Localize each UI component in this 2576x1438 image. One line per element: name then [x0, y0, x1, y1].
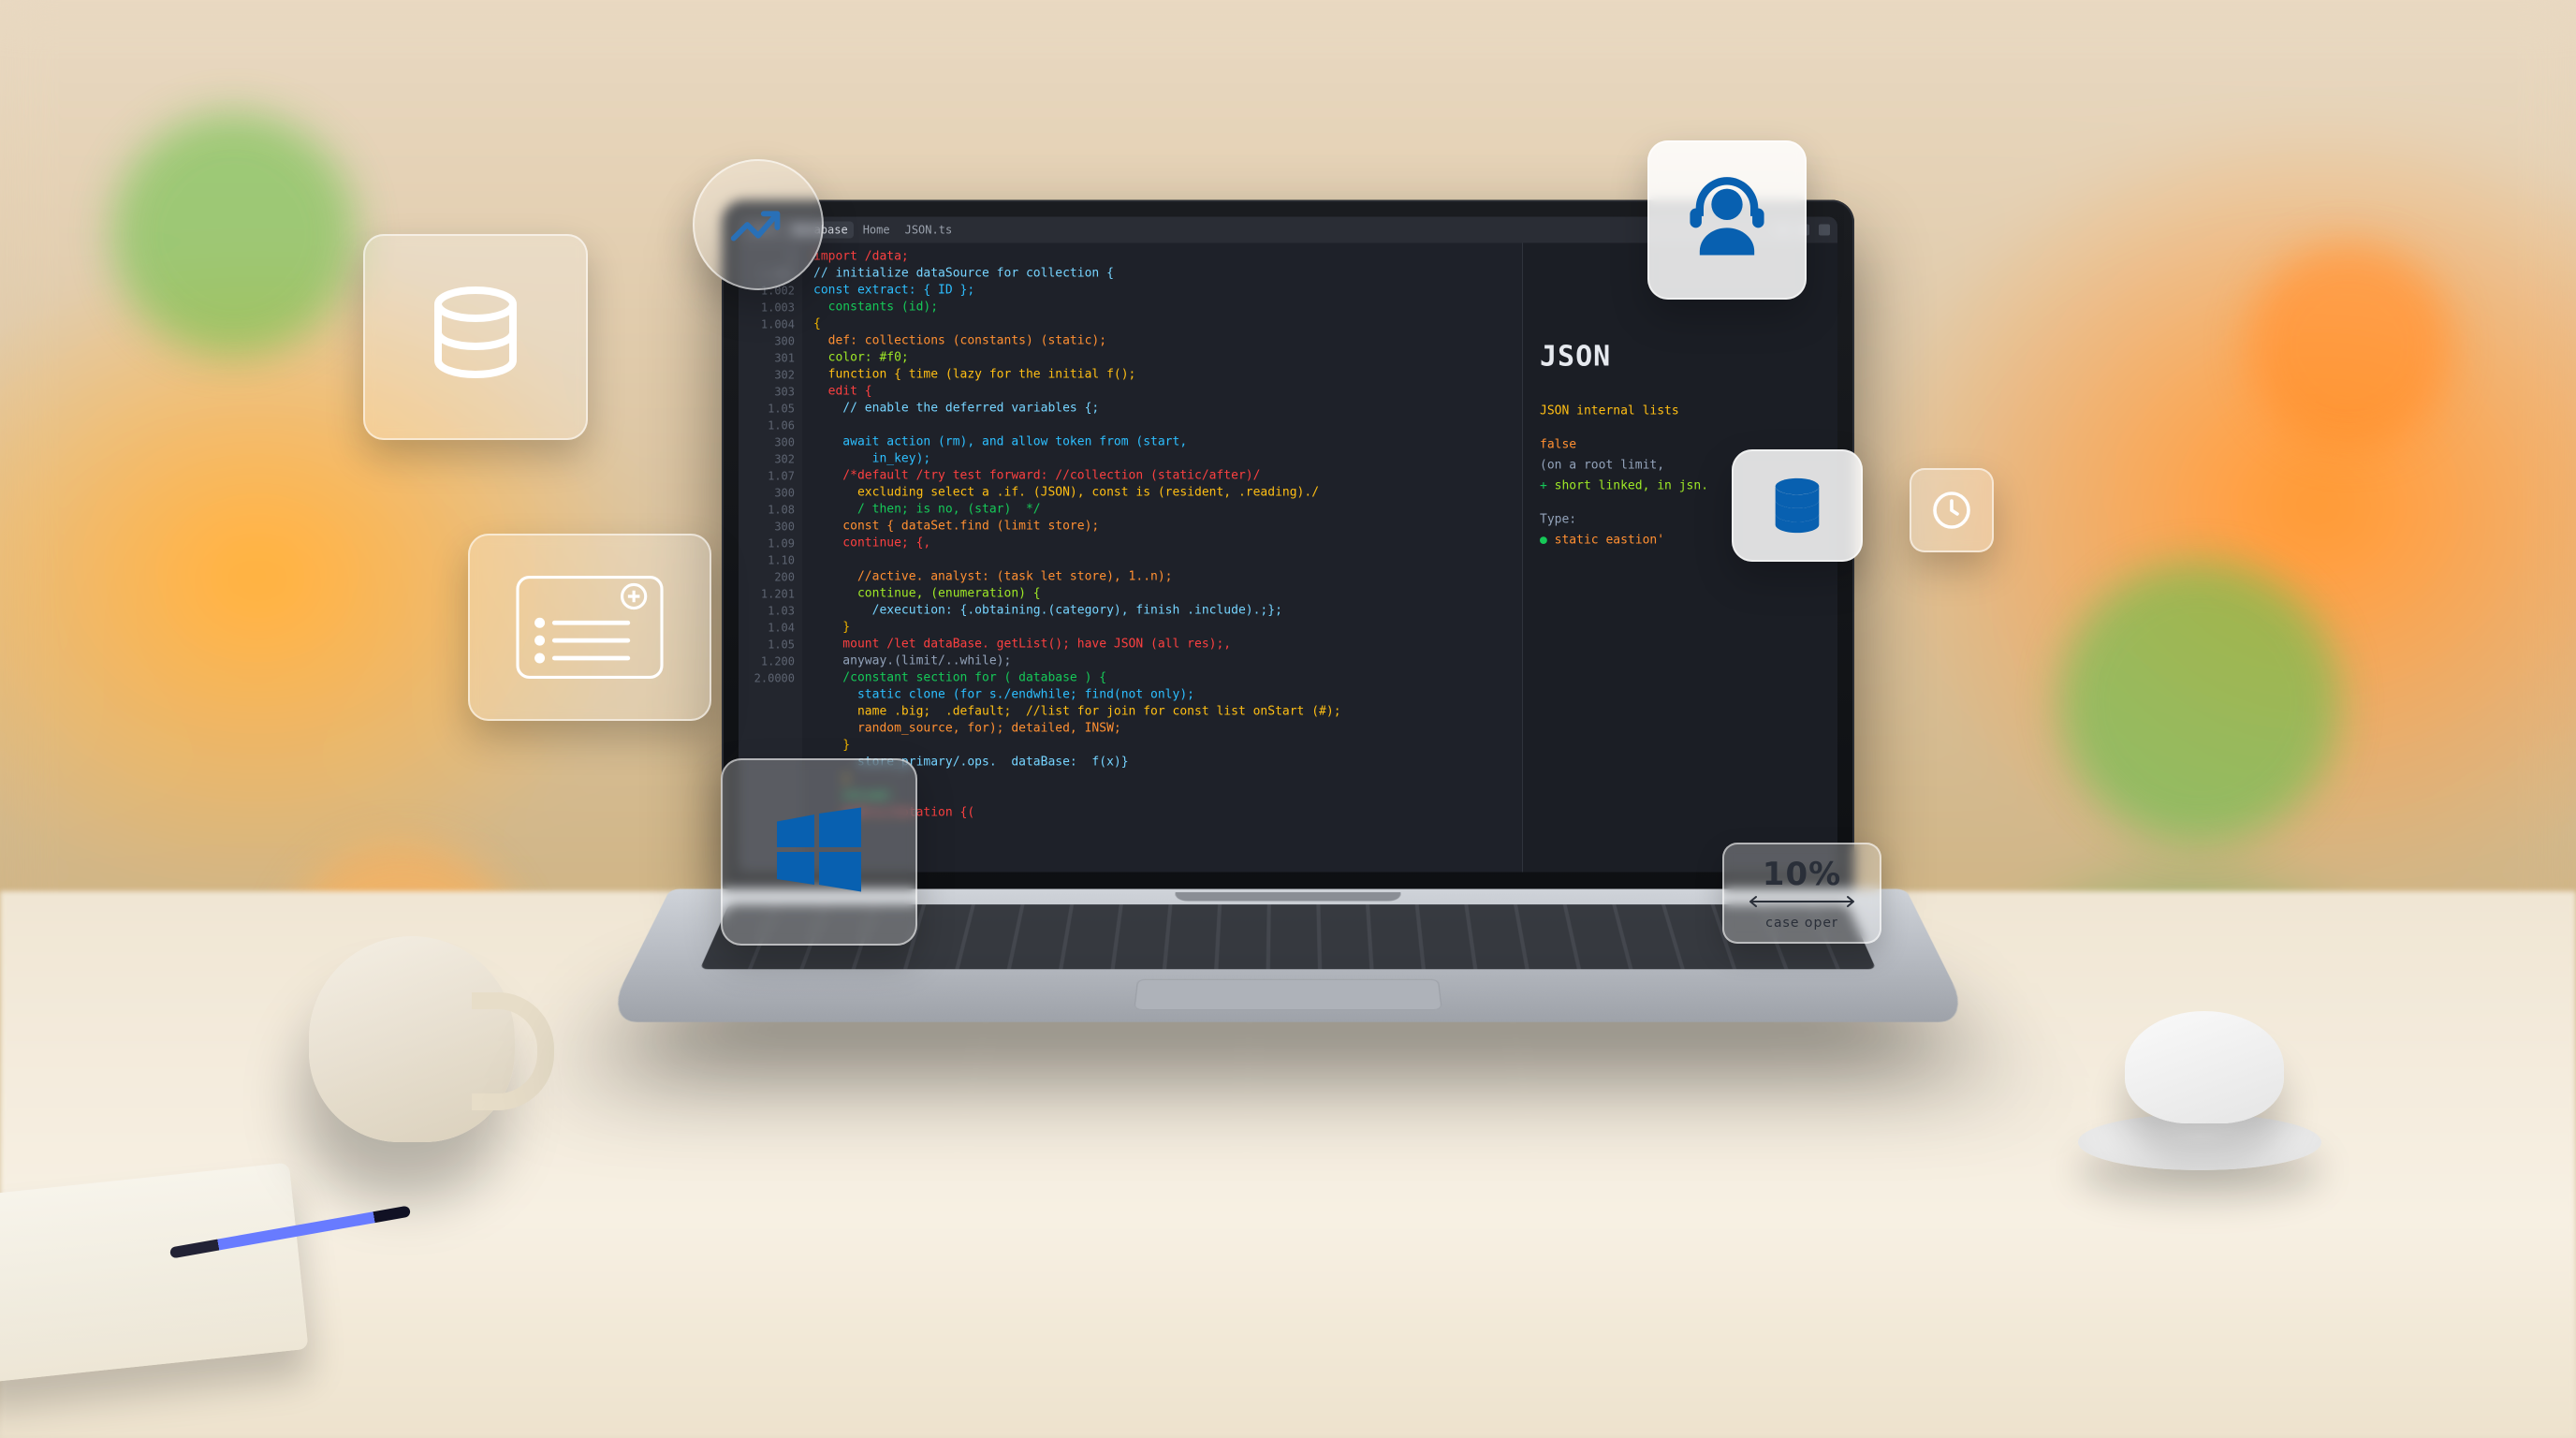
code-line: /execution: {.obtaining.(category), fini…	[813, 604, 1282, 618]
database-icon	[419, 281, 532, 393]
code-line: function { time (lazy for the initial f(…	[813, 368, 1135, 382]
support-agent-icon	[1680, 173, 1774, 267]
lineno: 200	[739, 569, 795, 586]
lineno: 300	[739, 485, 795, 502]
tab-home[interactable]: Home	[857, 222, 896, 239]
chart-up-icon	[725, 192, 791, 257]
code-line: anyway.(limit/..while);	[813, 654, 1011, 668]
code-line: import /data;	[813, 250, 909, 264]
list-card-icon	[515, 576, 665, 679]
code-line: const extract: { ID };	[813, 284, 974, 298]
code-line: }	[813, 621, 850, 635]
card-database	[363, 234, 588, 440]
code-line: // enable the deferred variables {;	[813, 402, 1099, 416]
card-support	[1647, 140, 1807, 300]
code-line: const { dataSet.find (limit store);	[813, 520, 1099, 534]
code-line: /constant section for ( database ) {	[813, 671, 1106, 685]
lineno: 2.0000	[739, 670, 795, 687]
lineno: 1.07	[739, 468, 795, 485]
lineno: 300	[739, 519, 795, 536]
code-line: / then; is no, (star) */	[813, 503, 1041, 517]
lineno: 1.06	[739, 418, 795, 434]
code-line: static clone (for s./endwhile; find(not …	[813, 688, 1194, 702]
card-trend	[693, 159, 824, 290]
code-line: mount /let dataBase. getList(); have JSO…	[813, 638, 1231, 652]
code-line: color: #f0;	[813, 351, 909, 365]
card-db2	[1732, 449, 1863, 562]
lineno: 300	[739, 434, 795, 451]
lineno: 1.08	[739, 502, 795, 519]
code-line: in_key);	[813, 452, 930, 466]
lineno: 303	[739, 384, 795, 401]
panel-line: short linked, in jsn.	[1555, 479, 1708, 493]
lineno: 1.201	[739, 586, 795, 603]
lineno: 302	[739, 451, 795, 468]
code-line: excluding select a .if. (JSON), const is…	[813, 486, 1319, 500]
code-line	[813, 553, 842, 567]
lineno: 302	[739, 367, 795, 384]
notebook	[0, 1163, 308, 1385]
windows-icon	[763, 796, 875, 908]
code-line: edit {	[813, 385, 872, 399]
code-line: // initialize dataSource for collection …	[813, 267, 1114, 281]
lineno: 1.05	[739, 401, 795, 418]
close-button[interactable]	[1819, 225, 1830, 236]
code-line: //active. analyst: (task let store), 1..…	[813, 570, 1173, 584]
badge-percent: 10% case oper	[1722, 843, 1881, 944]
code-line: continue, (enumeration) {	[813, 587, 1041, 601]
badge-caption: case oper	[1741, 916, 1863, 931]
code-line: name .big; .default; //list for join for…	[813, 705, 1341, 719]
code-line: constants (id);	[813, 301, 938, 315]
code-line: /*default /try test forward: //collectio…	[813, 469, 1260, 483]
code-line: def: collections (constants) (static);	[813, 334, 1106, 348]
panel-heading: JSON	[1540, 341, 1821, 374]
badge-value: 10%	[1741, 856, 1863, 893]
database-icon	[1764, 473, 1830, 538]
lineno: 1.09	[739, 536, 795, 552]
lineno: 1.04	[739, 620, 795, 637]
code-line: await action (rm), and allow token from …	[813, 435, 1187, 449]
lineno: 301	[739, 350, 795, 367]
laptop: /src Database Home JSON.ts 1 1.001 1.002	[722, 200, 1854, 1095]
lineno: 1.200	[739, 653, 795, 670]
card-list	[468, 534, 711, 721]
lineno: 1.003	[739, 300, 795, 316]
clock-icon	[1929, 488, 1974, 533]
trackpad	[1134, 979, 1442, 1010]
lineno: 1.10	[739, 552, 795, 569]
coffee-mug-left	[309, 936, 515, 1142]
card-windows	[721, 758, 917, 946]
code-line: }	[813, 739, 850, 753]
lineno: 300	[739, 333, 795, 350]
code-line: random_source, for); detailed, INSW;	[813, 722, 1121, 736]
coffee-cup-right	[2125, 1011, 2284, 1123]
code-line: continue; {,	[813, 536, 930, 550]
panel-line: static eastion'	[1555, 534, 1664, 548]
lineno: 1.004	[739, 316, 795, 333]
scene-backdrop: 10% case oper /src Database Home JSON.ts	[0, 0, 2576, 1438]
panel-line: JSON internal lists	[1540, 402, 1821, 422]
arrow-left-right-icon	[1746, 895, 1858, 908]
lineno: 1.03	[739, 603, 795, 620]
code-line: {	[813, 317, 821, 331]
tab-json[interactable]: JSON.ts	[900, 222, 959, 239]
lineno: 1.05	[739, 637, 795, 653]
card-clock	[1910, 468, 1994, 552]
